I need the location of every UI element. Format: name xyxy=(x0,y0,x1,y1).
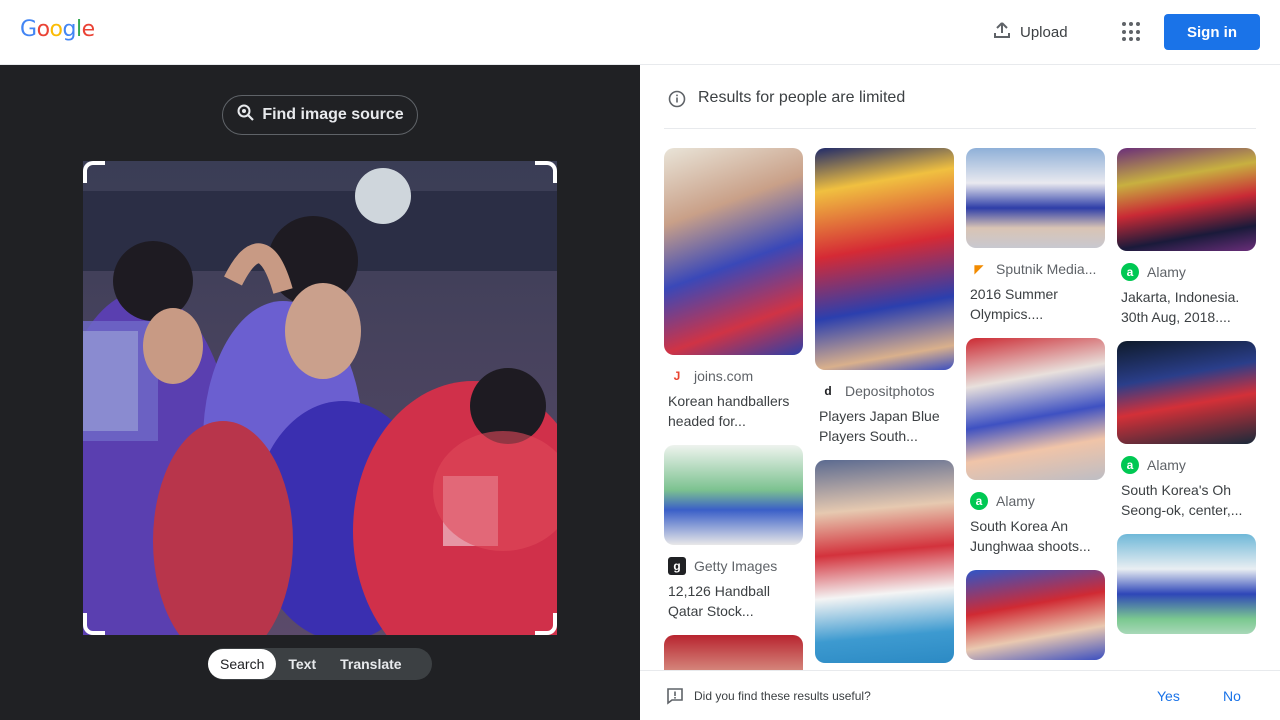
crop-handle-top-right[interactable] xyxy=(535,161,557,183)
result-card[interactable]: d Depositphotos Players Japan Blue Playe… xyxy=(815,148,954,446)
result-title[interactable]: Jakarta, Indonesia. 30th Aug, 2018.... xyxy=(1117,287,1256,327)
sputnik-icon: ◤ xyxy=(974,262,984,276)
result-card[interactable] xyxy=(664,635,803,670)
notice-text: Results for people are limited xyxy=(698,89,906,106)
upload-label: Upload xyxy=(1020,23,1068,41)
result-thumbnail[interactable] xyxy=(1117,341,1256,444)
getty-images-icon: g xyxy=(668,557,686,575)
google-logo[interactable]: Google xyxy=(20,17,95,42)
info-icon xyxy=(668,89,686,113)
mode-text-tab[interactable]: Text xyxy=(276,649,328,679)
upload-icon xyxy=(992,20,1012,44)
result-source[interactable]: a Alamy xyxy=(1117,456,1256,474)
top-bar: Google Upload Sign in xyxy=(0,0,1280,65)
result-card[interactable] xyxy=(1117,534,1256,634)
alamy-icon: a xyxy=(1121,263,1139,281)
result-thumbnail[interactable] xyxy=(1117,534,1256,634)
result-source[interactable]: g Getty Images xyxy=(664,557,803,575)
results-column: a Alamy Jakarta, Indonesia. 30th Aug, 20… xyxy=(1117,148,1256,644)
result-source[interactable]: a Alamy xyxy=(966,492,1105,510)
alamy-icon: a xyxy=(1121,456,1139,474)
result-source[interactable]: J joins.com xyxy=(664,367,803,385)
feedback-bar: Did you find these results useful? Yes N… xyxy=(640,670,1280,720)
query-image-panel: Find image source Search Text Translate xyxy=(0,65,640,720)
crop-handle-bottom-right[interactable] xyxy=(535,613,557,635)
result-thumbnail[interactable] xyxy=(966,570,1105,660)
feedback-icon xyxy=(666,687,684,708)
result-source[interactable]: a Alamy xyxy=(1117,263,1256,281)
result-title[interactable]: 2016 Summer Olympics.... xyxy=(966,284,1105,324)
query-image xyxy=(83,161,557,635)
mode-translate-tab[interactable]: Translate xyxy=(328,649,413,679)
result-thumbnail[interactable] xyxy=(664,148,803,355)
result-title[interactable]: Korean handballers headed for... xyxy=(664,391,803,431)
alamy-icon: a xyxy=(970,492,988,510)
result-title[interactable]: Players Japan Blue Players South... xyxy=(815,406,954,446)
result-card[interactable] xyxy=(815,460,954,663)
result-card[interactable]: a Alamy South Korea An Junghwaa shoots..… xyxy=(966,338,1105,556)
results-column: d Depositphotos Players Japan Blue Playe… xyxy=(815,148,954,670)
result-title[interactable]: South Korea An Junghwaa shoots... xyxy=(966,516,1105,556)
upload-button[interactable]: Upload xyxy=(992,20,1068,44)
result-card[interactable]: a Alamy South Korea's Oh Seong-ok, cente… xyxy=(1117,341,1256,520)
mode-selector: Search Text Translate xyxy=(208,648,432,680)
result-thumbnail[interactable] xyxy=(1117,148,1256,251)
result-source[interactable]: ◤ Sputnik Media... xyxy=(966,260,1105,278)
apps-grid-icon[interactable] xyxy=(1122,22,1142,42)
result-card[interactable]: g Getty Images 12,126 Handball Qatar Sto… xyxy=(664,445,803,621)
mode-search-tab[interactable]: Search xyxy=(208,649,277,679)
crop-handle-top-left[interactable] xyxy=(83,161,105,183)
sign-in-button[interactable]: Sign in xyxy=(1164,14,1260,50)
result-title[interactable]: South Korea's Oh Seong-ok, center,... xyxy=(1117,480,1256,520)
result-card[interactable]: a Alamy Jakarta, Indonesia. 30th Aug, 20… xyxy=(1117,148,1256,327)
result-card[interactable] xyxy=(966,570,1105,660)
find-image-source-label: Find image source xyxy=(262,106,404,123)
results-column: J joins.com Korean handballers headed fo… xyxy=(664,148,803,670)
result-thumbnail[interactable] xyxy=(815,148,954,370)
feedback-no-button[interactable]: No xyxy=(1223,688,1241,704)
result-source[interactable]: d Depositphotos xyxy=(815,382,954,400)
find-image-source-button[interactable]: Find image source xyxy=(222,95,418,135)
result-thumbnail[interactable] xyxy=(664,635,803,670)
depositphotos-icon: d xyxy=(824,384,832,398)
joins-icon: J xyxy=(673,369,681,383)
result-thumbnail[interactable] xyxy=(815,460,954,663)
result-thumbnail[interactable] xyxy=(966,338,1105,480)
result-card[interactable]: ◤ Sputnik Media... 2016 Summer Olympics.… xyxy=(966,148,1105,324)
result-thumbnail[interactable] xyxy=(966,148,1105,248)
results-panel: Results for people are limited J joins.c… xyxy=(640,65,1280,720)
results-grid: J joins.com Korean handballers headed fo… xyxy=(664,148,1256,670)
feedback-yes-button[interactable]: Yes xyxy=(1157,688,1180,704)
lens-search-icon xyxy=(236,103,256,128)
result-card[interactable]: J joins.com Korean handballers headed fo… xyxy=(664,148,803,431)
result-thumbnail[interactable] xyxy=(664,445,803,545)
feedback-question: Did you find these results useful? xyxy=(694,689,871,703)
results-notice: Results for people are limited xyxy=(664,89,1256,129)
crop-handle-bottom-left[interactable] xyxy=(83,613,105,635)
result-title[interactable]: 12,126 Handball Qatar Stock... xyxy=(664,581,803,621)
results-column: ◤ Sputnik Media... 2016 Summer Olympics.… xyxy=(966,148,1105,670)
